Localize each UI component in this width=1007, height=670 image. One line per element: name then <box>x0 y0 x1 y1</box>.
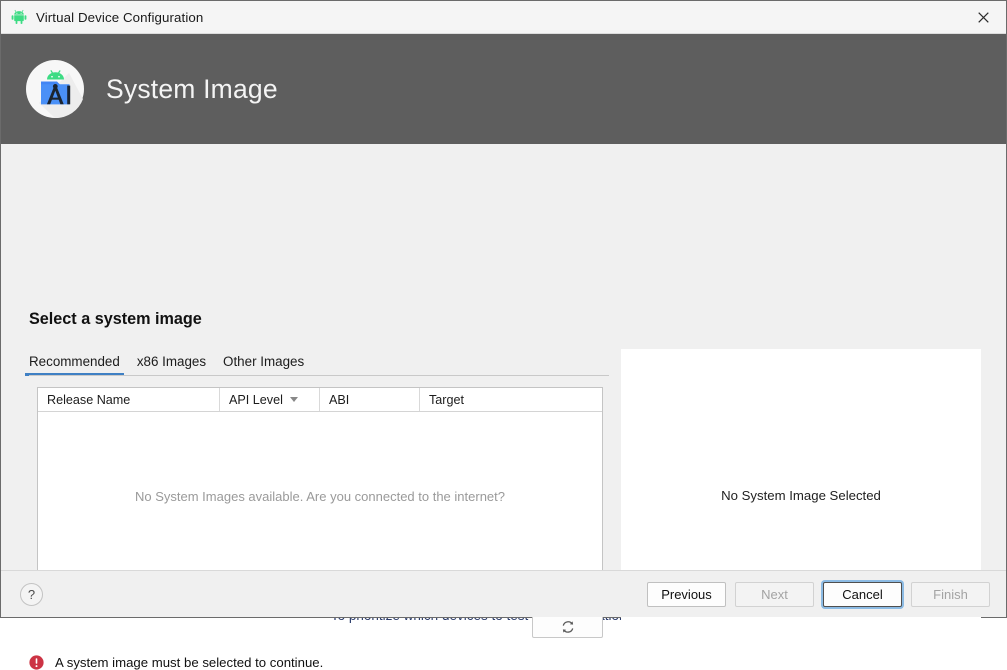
dialog-footer: ? Previous Next Cancel Finish <box>1 570 1006 617</box>
column-header-target[interactable]: Target <box>420 388 602 411</box>
tab-x86-images[interactable]: x86 Images <box>137 354 206 374</box>
sort-descending-icon <box>289 397 298 402</box>
dialog-header: System Image <box>1 34 1006 144</box>
column-header-api-level[interactable]: API Level <box>220 388 320 411</box>
refresh-button[interactable] <box>532 615 603 638</box>
tab-other-images[interactable]: Other Images <box>223 354 304 374</box>
window-title: Virtual Device Configuration <box>36 9 204 25</box>
virtual-device-configuration-dialog: Virtual Device Configuration System Imag… <box>0 0 1007 670</box>
column-header-release-name[interactable]: Release Name <box>38 388 220 411</box>
section-heading: Select a system image <box>29 310 202 328</box>
column-header-api-level-label: API Level <box>229 392 283 407</box>
validation-message: A system image must be selected to conti… <box>29 655 323 670</box>
column-header-target-label: Target <box>429 392 465 407</box>
next-button[interactable]: Next <box>735 582 814 607</box>
tabs-underline <box>29 375 609 376</box>
footer-button-group: Previous Next Cancel Finish <box>647 582 990 607</box>
android-studio-avd-icon <box>26 60 84 119</box>
help-button[interactable]: ? <box>20 583 43 606</box>
tab-recommended[interactable]: Recommended <box>25 354 124 376</box>
cancel-button[interactable]: Cancel <box>823 582 902 607</box>
column-header-release-name-label: Release Name <box>47 392 131 407</box>
android-robot-icon <box>11 9 27 24</box>
preview-empty-text: No System Image Selected <box>721 487 881 503</box>
close-icon <box>977 11 989 23</box>
image-source-tabs: Recommended x86 Images Other Images <box>25 350 609 377</box>
dialog-body: Select a system image Recommended x86 Im… <box>1 144 1006 670</box>
finish-button[interactable]: Finish <box>911 582 990 607</box>
previous-button[interactable]: Previous <box>647 582 726 607</box>
error-icon <box>29 655 44 670</box>
refresh-icon <box>562 620 573 633</box>
close-button[interactable] <box>960 1 1006 33</box>
column-header-abi[interactable]: ABI <box>320 388 420 411</box>
validation-message-text: A system image must be selected to conti… <box>55 655 324 670</box>
window-titlebar: Virtual Device Configuration <box>1 1 1006 34</box>
page-title: System Image <box>106 73 278 104</box>
column-header-abi-label: ABI <box>329 392 350 407</box>
table-header-row: Release Name API Level ABI Target <box>38 388 602 412</box>
